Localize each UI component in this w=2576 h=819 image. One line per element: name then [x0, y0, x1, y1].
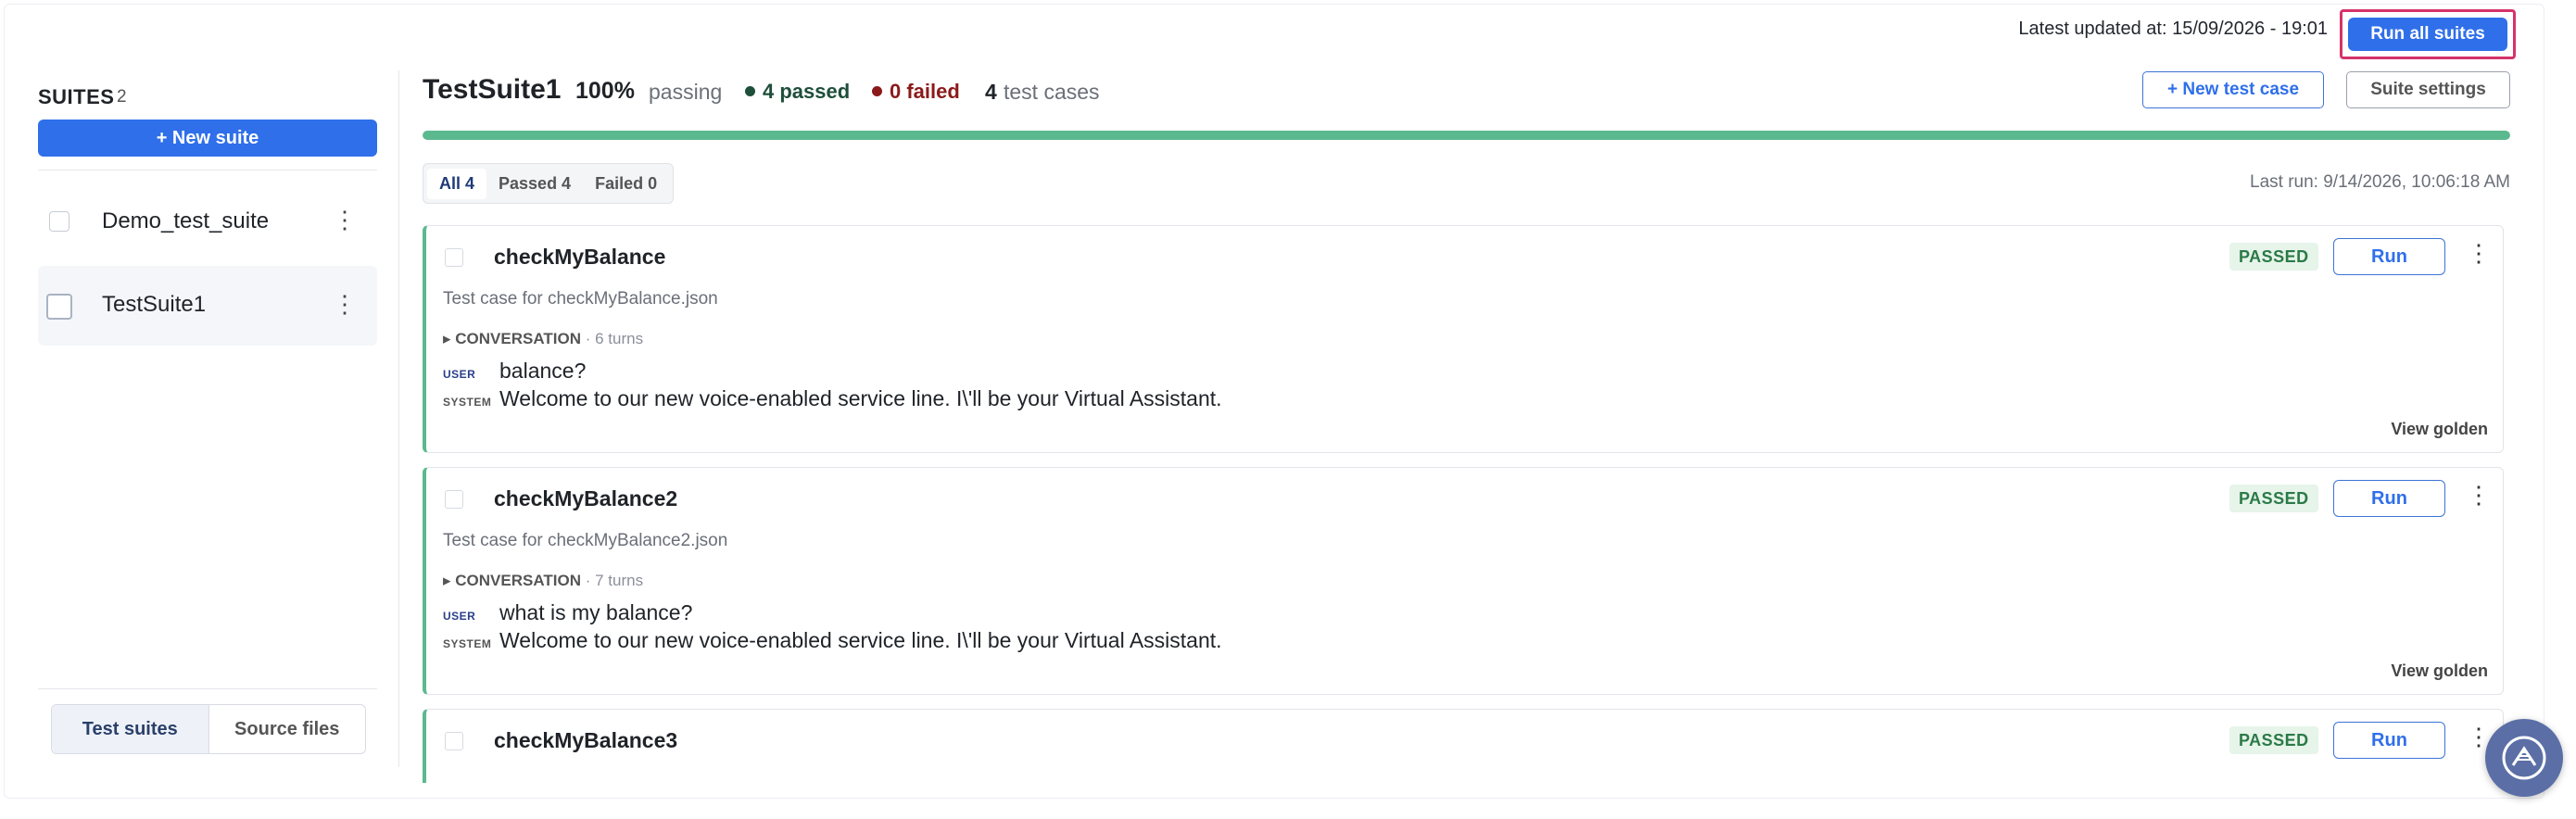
tab-source-files[interactable]: Source files: [209, 705, 366, 753]
status-filter: All 4 Passed 4 Failed 0: [423, 163, 675, 204]
test-case-checkbox[interactable]: [445, 490, 463, 509]
suite-settings-button[interactable]: Suite settings: [2346, 71, 2510, 108]
test-cases-label: test cases: [1004, 80, 1100, 104]
system-message: Welcome to our new voice-enabled service…: [499, 628, 1222, 652]
test-case-name: checkMyBalance: [494, 245, 666, 269]
sidebar-tabs: Test suites Source files: [51, 704, 366, 754]
view-golden-link[interactable]: View golden: [2391, 420, 2488, 439]
filter-all[interactable]: All 4: [427, 168, 487, 199]
test-case-name: checkMyBalance3: [494, 728, 678, 752]
status-badge: PASSED: [2229, 243, 2318, 271]
tab-test-suites[interactable]: Test suites: [52, 705, 209, 753]
run-all-suites-button[interactable]: Run all suites: [2348, 18, 2507, 51]
filter-failed[interactable]: Failed 0: [583, 169, 669, 199]
passing-label: passing: [649, 80, 723, 104]
test-case-description: Test case for checkMyBalance.json: [443, 289, 718, 309]
user-role-label: USER: [443, 368, 476, 381]
conversation-label: CONVERSATION: [455, 330, 581, 347]
test-case-description: Test case for checkMyBalance2.json: [443, 531, 728, 550]
passed-text: 4 passed: [763, 80, 851, 103]
failed-text: 0 failed: [890, 80, 960, 103]
more-vertical-icon[interactable]: ⋮: [2467, 483, 2491, 507]
system-role-label: SYSTEM: [443, 396, 492, 409]
new-test-case-button[interactable]: + New test case: [2142, 71, 2324, 108]
user-message: what is my balance?: [499, 600, 693, 624]
test-case-name: checkMyBalance2: [494, 486, 678, 510]
failed-dot-icon: [872, 85, 882, 96]
turns-count: · 7 turns: [585, 572, 644, 589]
caret-right-icon: ▸: [443, 330, 451, 347]
passed-dot-icon: [745, 85, 755, 96]
suites-sidebar: SUITES 2 + New suite Demo_test_suite ⋮ T…: [37, 70, 377, 767]
assistant-fab-button[interactable]: [2485, 719, 2563, 797]
sidebar-title: SUITES: [38, 85, 115, 108]
assistant-logo-icon: [2502, 736, 2546, 780]
suite-item-testsuite1[interactable]: TestSuite1 ⋮: [38, 266, 377, 346]
caret-right-icon: ▸: [443, 572, 451, 589]
test-case-card: checkMyBalance3 PASSED Run ⋮: [423, 709, 2504, 783]
conversation-toggle[interactable]: ▸ CONVERSATION · 6 turns: [443, 330, 643, 348]
last-run-text: Last run: 9/14/2026, 10:06:18 AM: [2250, 172, 2510, 192]
test-case-card: checkMyBalance2 Test case for checkMyBal…: [423, 467, 2504, 695]
passed-count: 4 passed: [745, 80, 850, 104]
run-test-button[interactable]: Run: [2333, 238, 2445, 275]
user-role-label: USER: [443, 610, 476, 623]
status-badge: PASSED: [2229, 726, 2318, 754]
divider: [398, 70, 399, 767]
suites-count: 2: [117, 87, 127, 107]
suite-title: TestSuite1: [423, 74, 562, 105]
more-vertical-icon[interactable]: ⋮: [333, 208, 357, 232]
last-updated-text: Latest updated at: 15/09/2026 - 19:01: [2018, 19, 2328, 39]
more-vertical-icon[interactable]: ⋮: [2467, 241, 2491, 265]
new-suite-button[interactable]: + New suite: [38, 120, 377, 157]
run-all-highlight: Run all suites: [2340, 9, 2516, 59]
conversation-toggle[interactable]: ▸ CONVERSATION · 7 turns: [443, 572, 643, 590]
status-badge: PASSED: [2229, 485, 2318, 512]
test-case-checkbox[interactable]: [445, 248, 463, 267]
system-role-label: SYSTEM: [443, 637, 492, 650]
divider: [38, 688, 377, 689]
pass-percent: 100%: [575, 78, 635, 104]
test-case-card: checkMyBalance Test case for checkMyBala…: [423, 225, 2504, 453]
run-test-button[interactable]: Run: [2333, 480, 2445, 517]
run-test-button[interactable]: Run: [2333, 722, 2445, 759]
progress-fill: [423, 131, 2510, 140]
suite-item-demo[interactable]: Demo_test_suite ⋮: [38, 182, 377, 261]
suite-name: Demo_test_suite: [102, 208, 270, 233]
user-message: balance?: [499, 359, 587, 383]
pass-progress-bar: [423, 131, 2510, 140]
suite-checkbox[interactable]: [49, 211, 69, 232]
suite-checkbox[interactable]: [46, 294, 72, 320]
suite-name: TestSuite1: [102, 292, 207, 317]
more-vertical-icon[interactable]: ⋮: [333, 292, 357, 316]
turns-count: · 6 turns: [585, 330, 644, 347]
system-message: Welcome to our new voice-enabled service…: [499, 386, 1222, 410]
test-case-checkbox[interactable]: [445, 732, 463, 750]
conversation-label: CONVERSATION: [455, 572, 581, 589]
test-cases-count: 4: [985, 80, 997, 104]
filter-passed[interactable]: Passed 4: [486, 169, 583, 199]
view-golden-link[interactable]: View golden: [2391, 662, 2488, 681]
failed-count: 0 failed: [872, 80, 960, 104]
